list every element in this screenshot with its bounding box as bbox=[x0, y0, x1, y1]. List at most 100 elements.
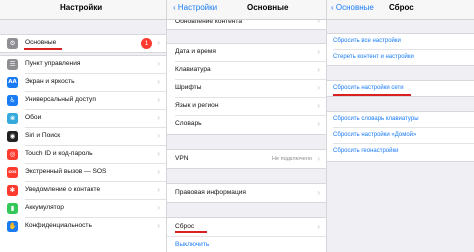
reset-item-label: Сбросить геонастройки bbox=[333, 148, 399, 154]
settings-item-label: Шрифты bbox=[175, 84, 202, 91]
settings-item-keyboard[interactable]: Клавиатура › bbox=[167, 62, 326, 80]
reset-screen: ‹ Основные Сброс Сбросить все настройки … bbox=[326, 0, 474, 252]
settings-item-siri[interactable]: ◉ Siri и Поиск › bbox=[0, 128, 166, 146]
settings-item-battery[interactable]: ▮ Аккумулятор › bbox=[0, 200, 166, 218]
settings-item-vpn[interactable]: VPN Не подключено › bbox=[167, 151, 326, 169]
chevron-right-icon: › bbox=[317, 222, 320, 231]
settings-item-label: Экстренный вызов — SOS bbox=[25, 168, 107, 175]
sos-icon: SOS bbox=[7, 167, 18, 178]
settings-screens: Настройки ⚙ Основные 1 › ☰ Пункт управле… bbox=[0, 0, 474, 252]
reset-all-settings-button[interactable]: Сбросить все настройки bbox=[327, 34, 474, 50]
settings-item-label: Аккумулятор bbox=[25, 204, 64, 211]
display-icon: AA bbox=[7, 77, 18, 88]
reset-item-label: Сбросить настройки сети bbox=[333, 85, 404, 91]
battery-icon: ▮ bbox=[7, 203, 18, 214]
settings-item-label: Пункт управления bbox=[25, 60, 81, 67]
reset-item-label: Сбросить все настройки bbox=[333, 38, 401, 44]
reset-group: Сбросить словарь клавиатуры Сбросить нас… bbox=[327, 111, 474, 162]
chevron-right-icon: › bbox=[317, 65, 320, 74]
reset-location-button[interactable]: Сбросить геонастройки bbox=[327, 144, 474, 160]
chevron-right-icon: › bbox=[317, 154, 320, 163]
back-button[interactable]: ‹ Настройки bbox=[173, 3, 217, 12]
chevron-right-icon: › bbox=[317, 83, 320, 92]
erase-all-content-button[interactable]: Стереть контент и настройки bbox=[327, 50, 474, 66]
fingerprint-icon: ◎ bbox=[7, 149, 18, 160]
settings-item-legal[interactable]: Правовая информация › bbox=[167, 185, 326, 203]
settings-item-label: Словарь bbox=[175, 120, 202, 127]
reset-group: Сбросить все настройки Стереть контент и… bbox=[327, 33, 474, 66]
general-screen: Обновление контента › ‹ Настройки Основн… bbox=[166, 0, 326, 252]
settings-group: Дата и время › Клавиатура › Шрифты › Язы… bbox=[167, 43, 326, 135]
settings-item-label: Конфиденциальность bbox=[25, 222, 92, 229]
accessibility-icon: ♿ bbox=[7, 95, 18, 106]
settings-main-screen: Настройки ⚙ Основные 1 › ☰ Пункт управле… bbox=[0, 0, 166, 252]
settings-item-label: Дата и время bbox=[175, 48, 216, 55]
settings-item-privacy[interactable]: ✋ Конфиденциальность › bbox=[0, 218, 166, 236]
chevron-right-icon: › bbox=[157, 95, 160, 104]
chevron-right-icon: › bbox=[157, 149, 160, 158]
reset-home-screen-button[interactable]: Сбросить настройки «Домой» bbox=[327, 128, 474, 144]
settings-item-label: Клавиатура bbox=[175, 66, 211, 73]
chevron-right-icon: › bbox=[157, 185, 160, 194]
settings-item-general[interactable]: ⚙ Основные 1 › bbox=[0, 35, 166, 53]
reset-item-label: Сбросить словарь клавиатуры bbox=[333, 116, 419, 122]
navbar: Настройки bbox=[0, 0, 166, 20]
highlight-underline bbox=[333, 94, 411, 96]
settings-item-label: Универсальный доступ bbox=[25, 96, 96, 103]
settings-item-label: Правовая информация bbox=[175, 189, 246, 196]
reset-keyboard-dictionary-button[interactable]: Сбросить словарь клавиатуры bbox=[327, 112, 474, 128]
chevron-right-icon: › bbox=[157, 38, 160, 47]
reset-item-label: Сбросить настройки «Домой» bbox=[333, 132, 417, 138]
settings-group: Правовая информация › bbox=[167, 183, 326, 203]
highlight-underline bbox=[175, 231, 207, 233]
settings-group: VPN Не подключено › bbox=[167, 149, 326, 169]
shutdown-button[interactable]: Выключить bbox=[167, 237, 326, 252]
chevron-right-icon: › bbox=[157, 221, 160, 230]
settings-item-label: Экран и яркость bbox=[25, 78, 75, 85]
settings-item-label: Уведомление о контакте bbox=[25, 186, 101, 193]
settings-item-wallpaper[interactable]: ❀ Обои › bbox=[0, 110, 166, 128]
chevron-right-icon: › bbox=[317, 119, 320, 128]
page-title: Сброс bbox=[389, 3, 414, 12]
settings-item-exposure[interactable]: ✱ Уведомление о контакте › bbox=[0, 182, 166, 200]
highlight-underline bbox=[24, 48, 62, 50]
settings-item-language[interactable]: Язык и регион › bbox=[167, 98, 326, 116]
settings-item-label: Язык и регион bbox=[175, 102, 219, 109]
settings-item-touch-id[interactable]: ◎ Touch ID и код-пароль › bbox=[0, 146, 166, 164]
chevron-right-icon: › bbox=[317, 101, 320, 110]
privacy-icon: ✋ bbox=[7, 221, 18, 232]
settings-group: Сброс › Выключить bbox=[167, 217, 326, 252]
settings-item-fonts[interactable]: Шрифты › bbox=[167, 80, 326, 98]
settings-item-label: Обои bbox=[25, 114, 42, 121]
settings-item-dictionary[interactable]: Словарь › bbox=[167, 116, 326, 134]
settings-item-date-time[interactable]: Дата и время › bbox=[167, 44, 326, 62]
settings-item-label: Siri и Поиск bbox=[25, 132, 61, 139]
settings-item-label: Touch ID и код-пароль bbox=[25, 150, 93, 157]
vpn-status: Не подключено bbox=[271, 156, 312, 162]
settings-item-accessibility[interactable]: ♿ Универсальный доступ › bbox=[0, 92, 166, 110]
control-center-icon: ☰ bbox=[7, 59, 18, 70]
settings-item-label: Основные bbox=[25, 39, 57, 46]
settings-item-sos[interactable]: SOS Экстренный вызов — SOS › bbox=[0, 164, 166, 182]
settings-group: ☰ Пункт управления › AA Экран и яркость … bbox=[0, 55, 166, 252]
chevron-right-icon: › bbox=[157, 203, 160, 212]
settings-item-label: VPN bbox=[175, 155, 189, 162]
navbar: ‹ Настройки Основные bbox=[167, 0, 326, 20]
exposure-icon: ✱ bbox=[7, 185, 18, 196]
chevron-right-icon: › bbox=[157, 59, 160, 68]
chevron-right-icon: › bbox=[157, 167, 160, 176]
chevron-right-icon: › bbox=[317, 188, 320, 197]
navbar: ‹ Основные Сброс bbox=[327, 0, 474, 20]
siri-icon: ◉ bbox=[7, 131, 18, 142]
settings-item-reset[interactable]: Сброс › bbox=[167, 219, 326, 237]
settings-item-control-center[interactable]: ☰ Пункт управления › bbox=[0, 56, 166, 74]
chevron-right-icon: › bbox=[157, 131, 160, 140]
back-button[interactable]: ‹ Основные bbox=[331, 3, 374, 12]
shutdown-label: Выключить bbox=[175, 241, 210, 248]
chevron-right-icon: › bbox=[317, 47, 320, 56]
chevron-right-icon: › bbox=[157, 77, 160, 86]
settings-item-display[interactable]: AA Экран и яркость › bbox=[0, 74, 166, 92]
page-title: Основные bbox=[247, 3, 289, 12]
chevron-right-icon: › bbox=[157, 113, 160, 122]
settings-group: ⚙ Основные 1 › bbox=[0, 34, 166, 53]
